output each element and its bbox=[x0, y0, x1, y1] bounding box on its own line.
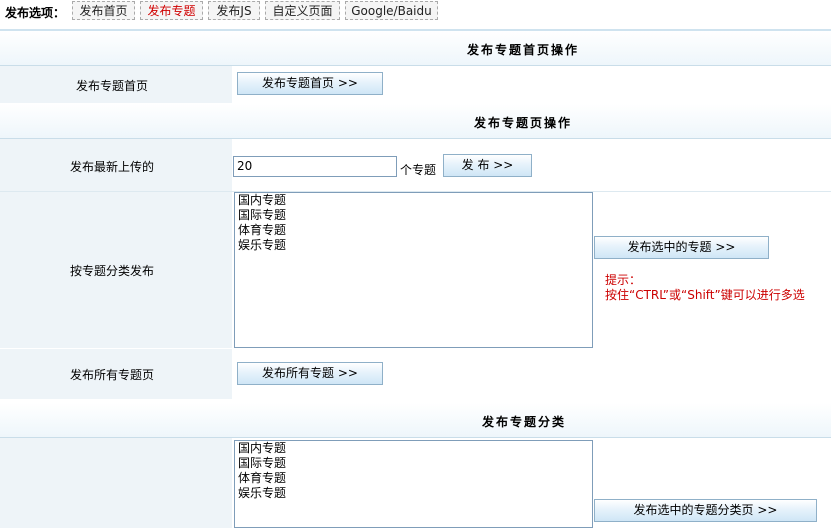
listbox-option[interactable]: 国际专题 bbox=[235, 208, 592, 223]
listbox-option[interactable]: 体育专题 bbox=[235, 471, 592, 486]
latest-count-input[interactable]: 20 bbox=[233, 156, 397, 177]
section-title: 发布专题首页操作 bbox=[467, 43, 580, 57]
row-label-cell bbox=[0, 438, 232, 528]
tab-publish-topics[interactable]: 发布专题 bbox=[140, 1, 203, 20]
tip-title: 提示： bbox=[605, 273, 642, 287]
publish-all-label: 发布所有专题页 bbox=[69, 368, 154, 382]
tab-publish-js[interactable]: 发布JS bbox=[208, 1, 260, 20]
publish-latest-button[interactable]: 发 布 >> bbox=[443, 154, 532, 177]
tab-custom-page[interactable]: 自定义页面 bbox=[265, 1, 340, 20]
section-title: 发布专题分类 bbox=[482, 415, 567, 429]
row-label-cell: 按专题分类发布 bbox=[0, 192, 232, 348]
tab-publish-home[interactable]: 发布首页 bbox=[72, 1, 135, 20]
publish-all-topics-button[interactable]: 发布所有专题 >> bbox=[237, 362, 383, 385]
publish-topic-home-button[interactable]: 发布专题首页 >> bbox=[237, 72, 383, 95]
section-header-topic-categories: 发布专题分类 bbox=[0, 403, 831, 438]
publish-latest-label: 发布最新上传的 bbox=[69, 160, 154, 174]
tip-text: 按住“CTRL”或“Shift”键可以进行多选 bbox=[605, 288, 805, 302]
tab-google-baidu[interactable]: Google/Baidu bbox=[345, 1, 438, 20]
listbox-option[interactable]: 娱乐专题 bbox=[235, 486, 592, 501]
listbox-option[interactable]: 娱乐专题 bbox=[235, 238, 592, 253]
publish-selected-topics-button[interactable]: 发布选中的专题 >> bbox=[594, 236, 769, 259]
section-header-topic-pages: 发布专题页操作 bbox=[0, 104, 831, 139]
topic-category-listbox[interactable]: 国内专题 国际专题 体育专题 娱乐专题 bbox=[234, 192, 593, 348]
section-title: 发布专题页操作 bbox=[474, 116, 573, 130]
latest-count-unit: 个专题 bbox=[400, 163, 437, 177]
row-label-cell: 发布专题首页 bbox=[0, 66, 232, 103]
row-label-cell: 发布所有专题页 bbox=[0, 349, 232, 399]
category-listbox[interactable]: 国内专题 国际专题 体育专题 娱乐专题 bbox=[234, 440, 593, 528]
section-header-topic-home: 发布专题首页操作 bbox=[0, 31, 831, 66]
publish-selected-categories-button[interactable]: 发布选中的专题分类页 >> bbox=[594, 499, 817, 522]
row-label-cell: 发布最新上传的 bbox=[0, 139, 232, 191]
listbox-option[interactable]: 国内专题 bbox=[235, 441, 592, 456]
publish-by-category-label: 按专题分类发布 bbox=[69, 264, 154, 278]
publish-topic-home-label: 发布专题首页 bbox=[75, 79, 148, 93]
listbox-option[interactable]: 国内专题 bbox=[235, 193, 592, 208]
listbox-option[interactable]: 国际专题 bbox=[235, 456, 592, 471]
listbox-option[interactable]: 体育专题 bbox=[235, 223, 592, 238]
publish-options-label: 发布选项： bbox=[5, 6, 66, 20]
